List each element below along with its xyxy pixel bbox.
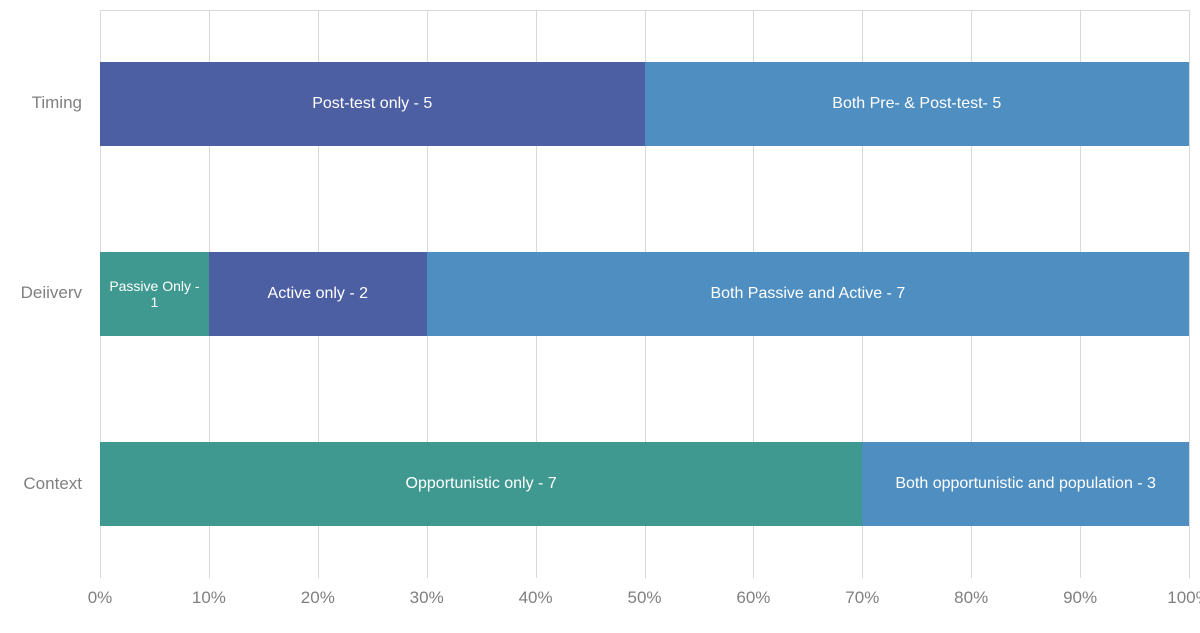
y-axis-label: Context [0, 474, 82, 494]
plot-area: 0%10%20%30%40%50%60%70%80%90%100%Post-te… [100, 10, 1190, 578]
y-axis: Timing Deiiverv Context [0, 0, 92, 633]
x-tick-label: 80% [946, 588, 996, 608]
bar-row: Opportunistic only - 7Both opportunistic… [100, 442, 1189, 526]
grid-line [1189, 11, 1190, 578]
x-tick-label: 30% [402, 588, 452, 608]
x-tick-label: 20% [293, 588, 343, 608]
y-axis-label: Timing [0, 93, 82, 113]
x-tick-label: 0% [75, 588, 125, 608]
bar-segment: Both Passive and Active - 7 [427, 252, 1189, 336]
x-tick-label: 100% [1164, 588, 1200, 608]
bar-row: Post-test only - 5Both Pre- & Post-test-… [100, 62, 1189, 146]
bar-row: Passive Only - 1Active only - 2Both Pass… [100, 252, 1189, 336]
bar-segment: Passive Only - 1 [100, 252, 209, 336]
x-tick-label: 60% [728, 588, 778, 608]
x-tick-label: 70% [837, 588, 887, 608]
x-tick-label: 40% [511, 588, 561, 608]
bar-segment: Post-test only - 5 [100, 62, 645, 146]
stacked-bar-chart: TimingDeiivervContext 0%10%20%30%40%50%6… [0, 0, 1200, 633]
bar-segment: Both opportunistic and population - 3 [862, 442, 1189, 526]
y-axis-label: Deiiverv [0, 283, 82, 303]
bar-segment: Both Pre- & Post-test- 5 [645, 62, 1190, 146]
x-tick-label: 90% [1055, 588, 1105, 608]
bar-segment: Opportunistic only - 7 [100, 442, 862, 526]
x-tick-label: 50% [620, 588, 670, 608]
bar-segment: Active only - 2 [209, 252, 427, 336]
x-tick-label: 10% [184, 588, 234, 608]
